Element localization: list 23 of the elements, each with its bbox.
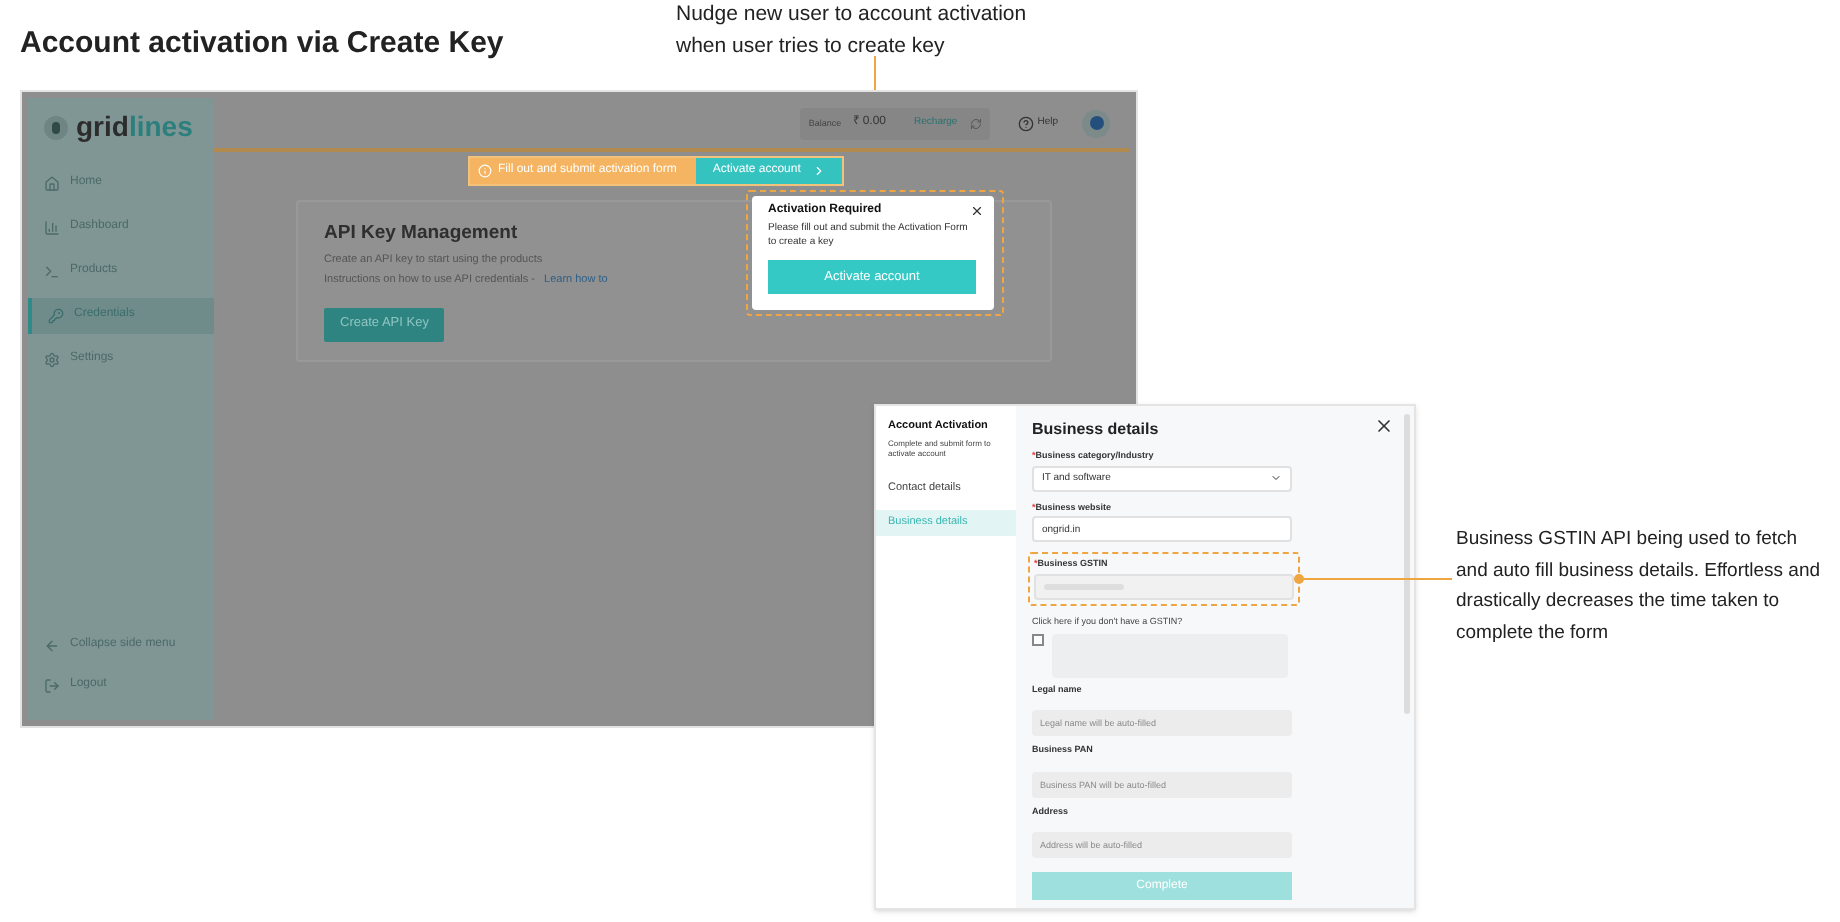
- close-icon[interactable]: [1374, 416, 1394, 436]
- annotation-text: Business GSTIN API being used to fetch and auto fill business details. Effortless and drastically decreases the time taken to complete the form: [1456, 526, 1823, 647]
- checkbox[interactable]: [1032, 633, 1044, 645]
- refresh-icon: [969, 117, 982, 129]
- card-title: API Key Management: [324, 222, 518, 246]
- chevron-down-icon: [1270, 472, 1282, 485]
- chevron-right-icon: [812, 164, 827, 178]
- logo-text: gridlines: [76, 110, 193, 146]
- sidebar-icon: [44, 220, 60, 236]
- sidebar-icon: [44, 264, 60, 280]
- text-field[interactable]: [1034, 573, 1294, 600]
- sidebar-icon: [44, 176, 60, 192]
- close-icon[interactable]: [970, 204, 984, 218]
- avatar-icon[interactable]: [1082, 109, 1110, 137]
- annotation-text: Nudge new user to account activation when user tries to create key: [676, 0, 1029, 62]
- page-title: Account activation via Create Key: [20, 26, 504, 64]
- logo-icon: [44, 116, 68, 140]
- logout-icon: [44, 678, 60, 694]
- arrow-left-icon: [44, 638, 60, 654]
- sidebar-icon: [44, 352, 60, 368]
- info-icon: [478, 164, 492, 178]
- sidebar-icon: [48, 308, 64, 324]
- form-heading: Business details: [1032, 420, 1159, 440]
